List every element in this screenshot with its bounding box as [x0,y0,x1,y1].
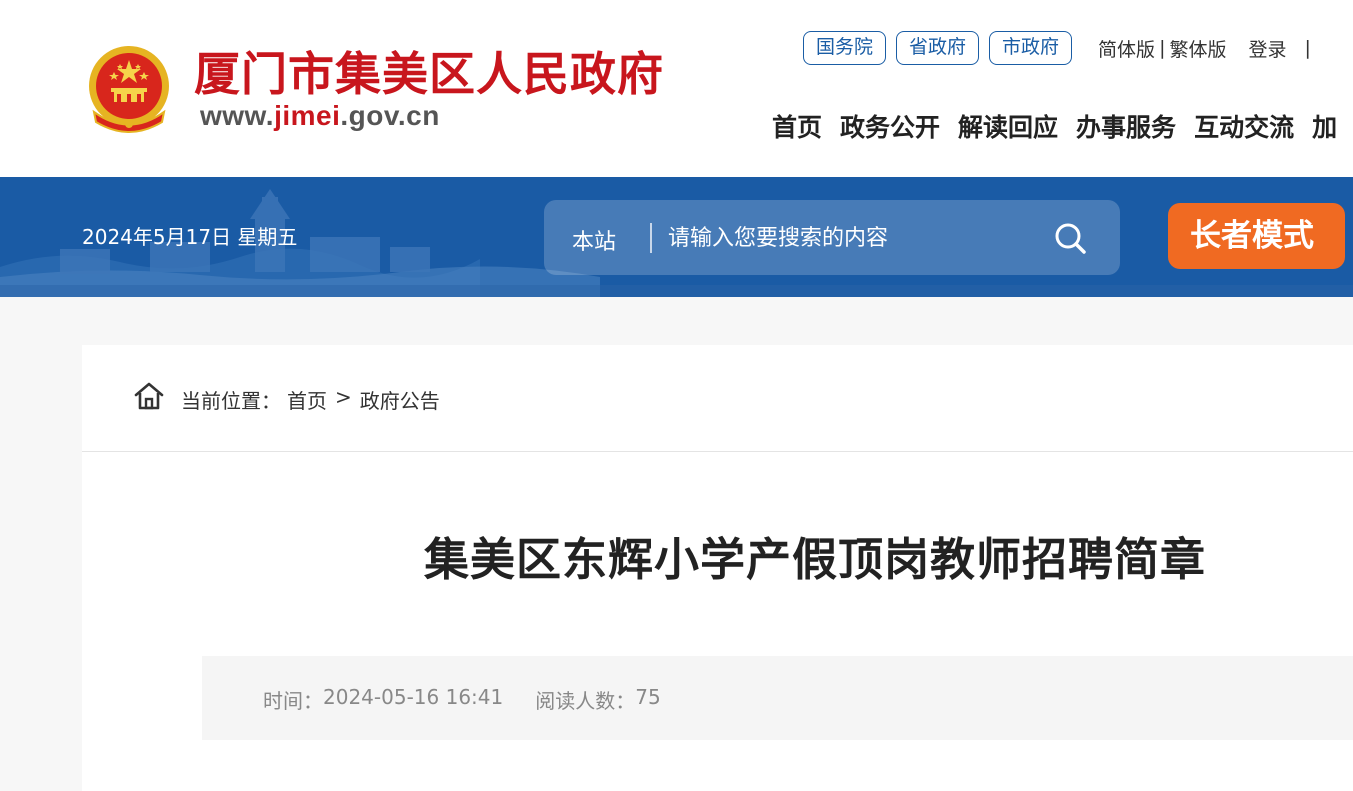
link-provincial-gov[interactable]: 省政府 [896,31,980,65]
language-switch: 简体版 | 繁体版 [1098,35,1226,62]
breadcrumb-separator: > [335,385,352,409]
breadcrumb-home-link[interactable]: 首页 [287,385,327,414]
nav-more-truncated[interactable]: 加 [1312,108,1337,148]
publish-time-value: 2024-05-16 16:41 [323,685,504,709]
site-url-prefix: www. [200,100,275,131]
site-url[interactable]: www.jimei.gov.cn [200,100,440,132]
site-header: 厦门市集美区人民政府 www.jimei.gov.cn 国务院 省政府 市政府 … [0,0,1353,177]
lang-separator: | [1159,37,1166,59]
search-scope-select[interactable]: 本站 [572,224,616,256]
elder-mode-button[interactable]: 长者模式 [1168,203,1345,269]
current-date: 2024年5月17日 星期五 [82,225,298,249]
nav-home[interactable]: 首页 [772,108,822,148]
national-emblem-icon[interactable] [84,42,174,134]
search-box: 本站 [544,200,1120,275]
article-container: 当前位置： 首页 > 政府公告 集美区东辉小学产假顶岗教师招聘简章 时间： 20… [82,345,1353,791]
lang-simplified-link[interactable]: 简体版 [1098,35,1155,62]
nav-interpretation[interactable]: 解读回应 [958,108,1058,148]
trailing-separator: | [1304,37,1311,59]
site-name[interactable]: 厦门市集美区人民政府 [194,44,664,104]
breadcrumb-trail: 当前位置： 首页 > 政府公告 [181,385,440,414]
link-city-gov[interactable]: 市政府 [989,31,1073,65]
site-url-highlight: jimei [274,100,341,131]
nav-gov-affairs[interactable]: 政务公开 [840,108,940,148]
top-links: 国务院 省政府 市政府 简体版 | 繁体版 登录 | [803,31,1311,65]
nav-services[interactable]: 办事服务 [1076,108,1176,148]
publish-time-label: 时间： [263,689,323,713]
nav-interaction[interactable]: 互动交流 [1194,108,1294,148]
breadcrumb: 当前位置： 首页 > 政府公告 [82,345,1353,452]
read-count-value: 75 [635,685,661,709]
search-icon[interactable] [1052,220,1088,256]
article-meta: 时间： 2024-05-16 16:41 阅读人数： 75 [202,656,1353,740]
link-state-council[interactable]: 国务院 [803,31,887,65]
breadcrumb-current-link[interactable]: 政府公告 [360,385,440,414]
read-count-label: 阅读人数： [535,689,636,713]
home-icon [134,382,164,410]
login-link[interactable]: 登录 [1248,35,1286,62]
search-input[interactable] [668,218,1038,258]
main-nav: 首页 政务公开 解读回应 办事服务 互动交流 加 [772,108,1353,148]
search-divider [650,223,652,253]
lang-traditional-link[interactable]: 繁体版 [1169,35,1226,62]
site-url-suffix: .gov.cn [340,100,440,131]
breadcrumb-label: 当前位置： [181,389,281,413]
article-title: 集美区东辉小学产假顶岗教师招聘简章 [424,533,1207,586]
search-banner: 2024年5月17日 星期五 本站 长者模式 [0,177,1353,297]
